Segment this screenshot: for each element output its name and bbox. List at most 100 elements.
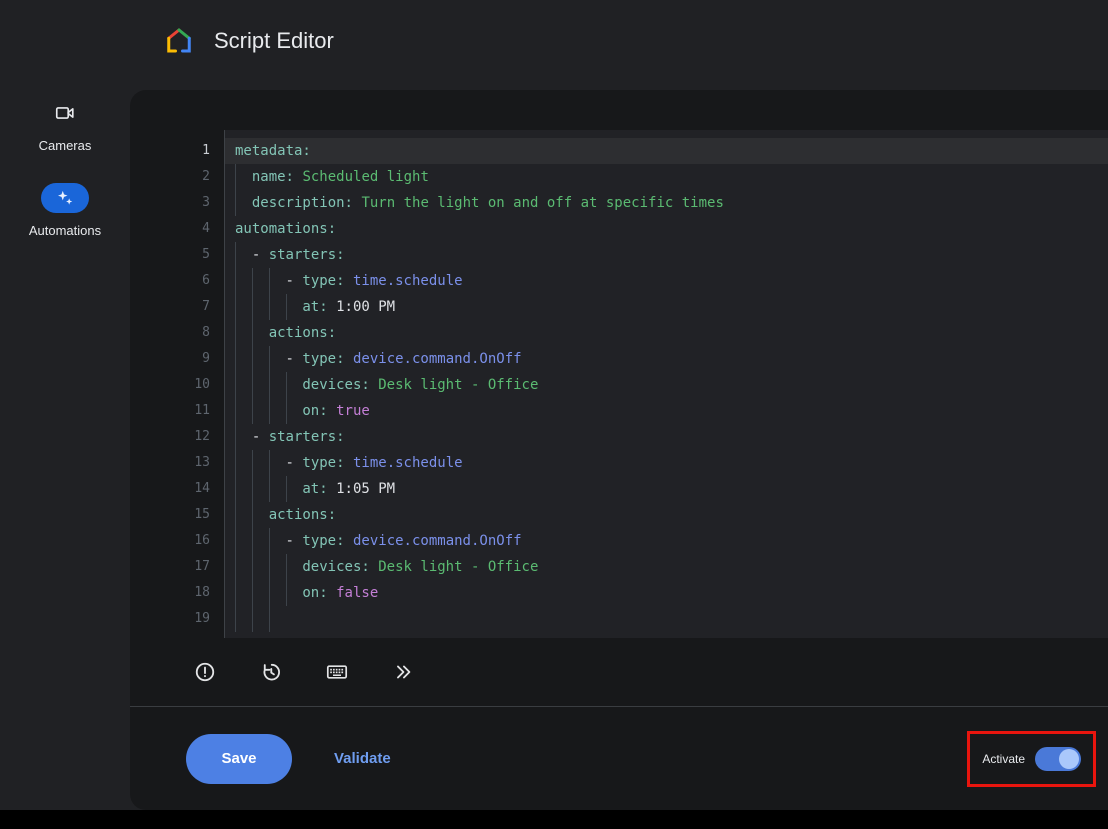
indent-guide [269,398,286,424]
code-line[interactable]: at: 1:05 PM [225,476,1108,502]
double-chevron-icon[interactable] [390,659,416,685]
code-line[interactable]: description: Turn the light on and off a… [225,190,1108,216]
indent-guide [269,528,286,554]
code-token [370,377,378,393]
indent-guide [252,580,269,606]
indent-guide [286,580,303,606]
indent-guide [252,372,269,398]
code-line[interactable]: metadata: [225,138,1108,164]
problems-icon[interactable] [192,659,218,685]
save-button[interactable]: Save [186,734,292,784]
code-token: time.schedule [353,455,463,471]
line-number: 2 [176,164,224,190]
code-line[interactable]: automations: [225,216,1108,242]
app-header: Script Editor [0,0,1108,82]
indent-guide [235,606,252,632]
indent-guide [252,268,269,294]
code-token: - [286,351,303,367]
code-line[interactable]: - type: time.schedule [225,268,1108,294]
code-line[interactable]: devices: Desk light - Office [225,554,1108,580]
footer-bar: Save Validate Activate [130,707,1108,810]
code-editor[interactable]: 12345678910111213141516171819 metadata: … [176,130,1108,638]
code-line[interactable]: on: true [225,398,1108,424]
code-token: 1:05 PM [336,481,395,497]
sidebar-item-label: Cameras [39,138,92,153]
code-content[interactable]: metadata: name: Scheduled light descript… [224,130,1108,638]
line-number: 18 [176,580,224,606]
page-title: Script Editor [214,28,334,54]
indent-guide [252,398,269,424]
indent-guide [235,346,252,372]
code-token: type: [302,533,344,549]
code-token [328,585,336,601]
indent-guide [235,294,252,320]
keyboard-icon[interactable] [324,659,350,685]
indent-guide [269,294,286,320]
line-number: 4 [176,216,224,242]
indent-guide [235,164,252,190]
code-line[interactable]: on: false [225,580,1108,606]
code-line[interactable]: name: Scheduled light [225,164,1108,190]
line-number: 17 [176,554,224,580]
code-line[interactable]: - starters: [225,242,1108,268]
gutter: 12345678910111213141516171819 [176,130,224,638]
indent-guide [252,528,269,554]
activate-toggle[interactable] [1035,747,1081,771]
line-number: 16 [176,528,224,554]
indent-guide [235,320,252,346]
code-token: description: [252,195,353,211]
code-token [345,533,353,549]
indent-guide [269,268,286,294]
validate-button[interactable]: Validate [328,749,397,768]
indent-guide [286,476,303,502]
code-token: devices: [302,377,369,393]
line-number: 1 [176,138,224,164]
code-token: device.command.OnOff [353,533,522,549]
code-token: Scheduled light [302,169,428,185]
line-number: 8 [176,320,224,346]
sidebar-item-automations[interactable]: Automations [29,153,101,238]
line-number: 9 [176,346,224,372]
toggle-knob [1059,749,1079,769]
activate-label: Activate [982,752,1025,766]
code-token: at: [302,481,327,497]
code-token: metadata: [235,143,311,159]
code-token: - [252,247,269,263]
code-line[interactable]: actions: [225,320,1108,346]
indent-guide [286,294,303,320]
indent-guide [235,242,252,268]
code-token: - [286,533,303,549]
camera-icon [54,98,76,128]
indent-guide [252,294,269,320]
code-line[interactable]: - type: time.schedule [225,450,1108,476]
code-token [328,481,336,497]
code-line[interactable]: actions: [225,502,1108,528]
sidebar: Cameras Automations [0,72,130,238]
code-line[interactable]: - starters: [225,424,1108,450]
code-line[interactable] [225,606,1108,632]
code-token [328,403,336,419]
indent-guide [286,554,303,580]
history-icon[interactable] [258,659,284,685]
line-number: 14 [176,476,224,502]
indent-guide [286,372,303,398]
indent-guide [252,502,269,528]
code-token: starters: [269,247,345,263]
indent-guide [286,398,303,424]
code-line[interactable]: - type: device.command.OnOff [225,528,1108,554]
code-line[interactable]: at: 1:00 PM [225,294,1108,320]
code-token: Turn the light on and off at specific ti… [361,195,723,211]
code-line[interactable]: - type: device.command.OnOff [225,346,1108,372]
code-token: devices: [302,559,369,575]
code-line[interactable]: devices: Desk light - Office [225,372,1108,398]
sidebar-item-cameras[interactable]: Cameras [39,98,92,153]
line-number: 19 [176,606,224,632]
code-token [345,455,353,471]
code-token: actions: [269,325,336,341]
line-number: 10 [176,372,224,398]
annotation-highlight: Activate [967,731,1096,787]
code-token: on: [302,403,327,419]
code-token: - [252,429,269,445]
line-number: 11 [176,398,224,424]
line-number: 6 [176,268,224,294]
